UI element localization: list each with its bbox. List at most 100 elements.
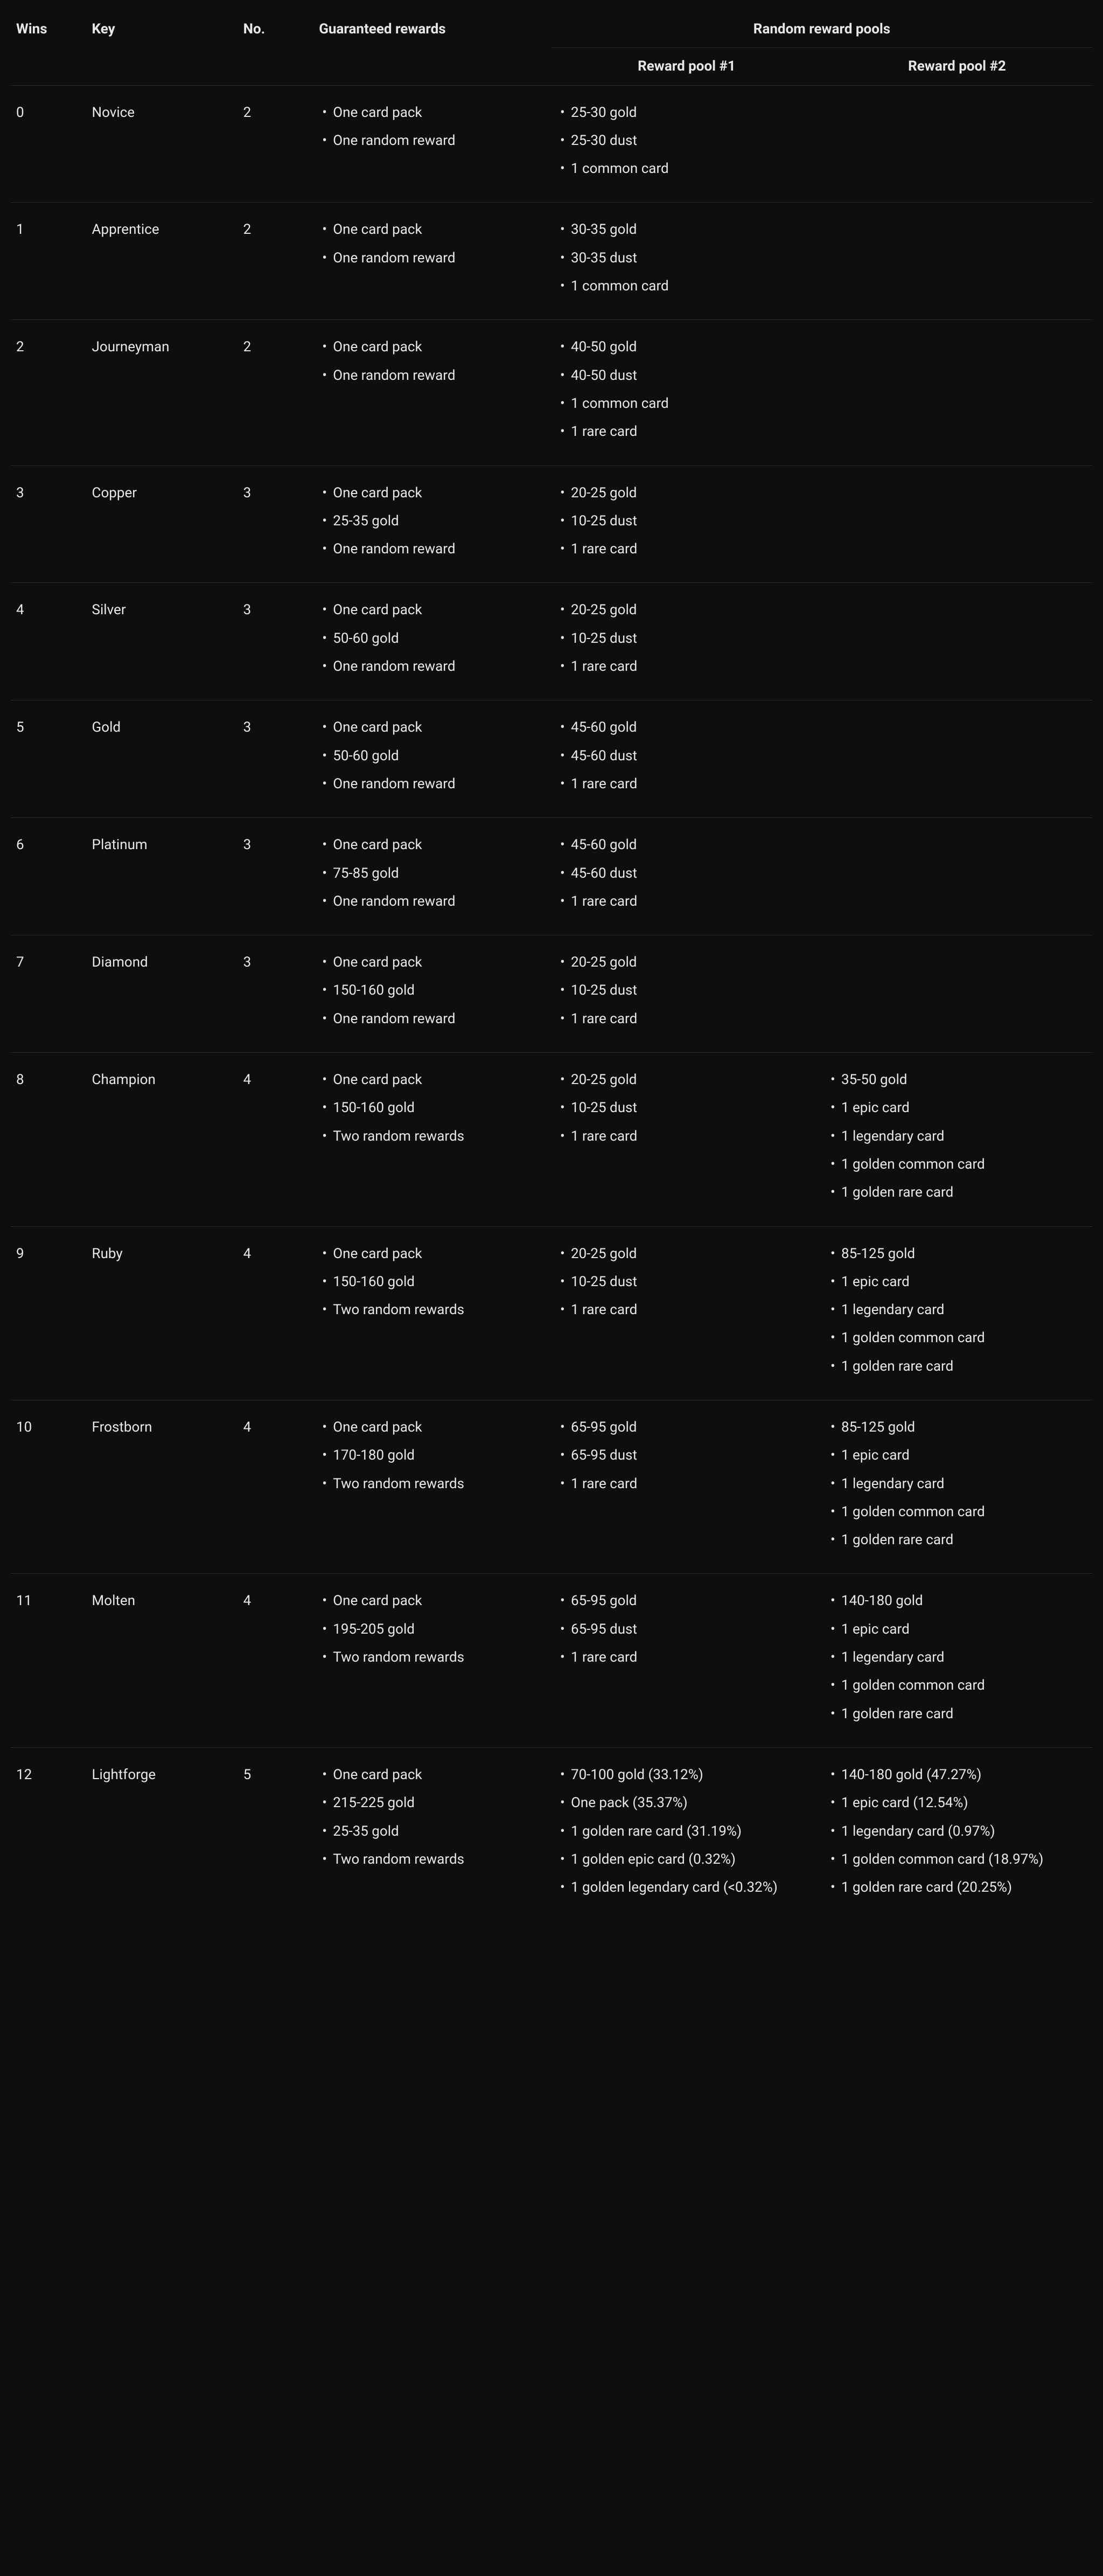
list-item: 20-25 gold [557, 1243, 816, 1265]
cell-wins: 2 [11, 320, 87, 466]
cell-pool2: 140-180 gold1 epic card1 legendary card1… [822, 1574, 1092, 1747]
col-header-pool2: Reward pool #2 [822, 48, 1092, 85]
table-row: 8Champion4One card pack150-160 goldTwo r… [11, 1053, 1092, 1226]
cell-wins: 6 [11, 818, 87, 935]
list-item: 1 rare card [557, 1473, 816, 1495]
cell-guaranteed: One card pack75-85 goldOne random reward [313, 818, 552, 935]
cell-guaranteed: One card pack215-225 gold25-35 goldTwo r… [313, 1747, 552, 1921]
list-item: 1 epic card [827, 1097, 1087, 1119]
list-item: 1 golden rare card (20.25%) [827, 1877, 1087, 1898]
list-item: 1 rare card [557, 891, 816, 912]
cell-guaranteed: One card pack195-205 goldTwo random rewa… [313, 1574, 552, 1747]
list-item: 25-30 dust [557, 130, 816, 151]
cell-no: 3 [238, 818, 314, 935]
list-item: 1 golden rare card [827, 1703, 1087, 1725]
list-item: 1 rare card [557, 1008, 816, 1030]
list-item: One random reward [319, 130, 546, 151]
list-item: 35-50 gold [827, 1069, 1087, 1091]
list-item: 1 legendary card [827, 1647, 1087, 1668]
list-item: 85-125 gold [827, 1243, 1087, 1265]
list-item: 1 golden common card (18.97%) [827, 1849, 1087, 1870]
list-item: 1 epic card [827, 1445, 1087, 1466]
cell-pool2: 85-125 gold1 epic card1 legendary card1 … [822, 1400, 1092, 1573]
cell-key: Molten [87, 1574, 238, 1747]
cell-no: 4 [238, 1053, 314, 1226]
list-item: Two random rewards [319, 1647, 546, 1668]
list-item: 10-25 dust [557, 980, 816, 1001]
list-item: One card pack [319, 599, 546, 621]
cell-guaranteed: One card pack25-35 goldOne random reward [313, 466, 552, 583]
cell-pool2 [822, 935, 1092, 1053]
cell-pool1: 20-25 gold10-25 dust1 rare card [552, 935, 822, 1053]
cell-key: Journeyman [87, 320, 238, 466]
list-item: One random reward [319, 365, 546, 386]
cell-no: 3 [238, 700, 314, 818]
cell-no: 4 [238, 1574, 314, 1747]
list-item: 150-160 gold [319, 1271, 546, 1293]
cell-pool2: 35-50 gold1 epic card1 legendary card1 g… [822, 1053, 1092, 1226]
cell-pool1: 20-25 gold10-25 dust1 rare card [552, 583, 822, 700]
cell-pool1: 45-60 gold45-60 dust1 rare card [552, 700, 822, 818]
cell-pool1: 40-50 gold40-50 dust1 common card1 rare … [552, 320, 822, 466]
list-item: 1 golden common card [827, 1327, 1087, 1349]
col-header-guaranteed: Guaranteed rewards [313, 11, 552, 85]
cell-key: Frostborn [87, 1400, 238, 1573]
cell-guaranteed: One card pack50-60 goldOne random reward [313, 583, 552, 700]
list-item: One card pack [319, 1764, 546, 1786]
table-row: 7Diamond3One card pack150-160 goldOne ra… [11, 935, 1092, 1053]
list-item: 1 epic card [827, 1619, 1087, 1640]
table-row: 9Ruby4One card pack150-160 goldTwo rando… [11, 1226, 1092, 1400]
cell-pool1: 25-30 gold25-30 dust1 common card [552, 85, 822, 203]
cell-pool2 [822, 320, 1092, 466]
list-item: 1 common card [557, 158, 816, 179]
table-row: 1Apprentice2One card packOne random rewa… [11, 203, 1092, 320]
list-item: 215-225 gold [319, 1792, 546, 1814]
cell-wins: 7 [11, 935, 87, 1053]
list-item: 1 golden rare card [827, 1182, 1087, 1203]
list-item: One card pack [319, 1590, 546, 1612]
list-item: 1 epic card (12.54%) [827, 1792, 1087, 1814]
cell-wins: 9 [11, 1226, 87, 1400]
list-item: 65-95 dust [557, 1445, 816, 1466]
cell-wins: 4 [11, 583, 87, 700]
list-item: One card pack [319, 1417, 546, 1438]
cell-pool2 [822, 583, 1092, 700]
cell-pool1: 20-25 gold 10-25 dust 1 rare card [552, 466, 822, 583]
list-item: Two random rewards [319, 1126, 546, 1147]
list-item: 1 golden common card [827, 1154, 1087, 1175]
list-item: 20-25 gold [557, 482, 816, 504]
list-item: 1 rare card [557, 421, 816, 442]
list-item: 10-25 dust [557, 1271, 816, 1293]
cell-no: 3 [238, 935, 314, 1053]
table-row: 2Journeyman2One card packOne random rewa… [11, 320, 1092, 466]
cell-pool2 [822, 466, 1092, 583]
list-item: 1 golden rare card [827, 1356, 1087, 1377]
list-item: 1 rare card [557, 538, 816, 560]
list-item: 1 epic card [827, 1271, 1087, 1293]
list-item: 45-60 gold [557, 834, 816, 856]
cell-guaranteed: One card pack170-180 goldTwo random rewa… [313, 1400, 552, 1573]
list-item: 50-60 gold [319, 745, 546, 767]
cell-pool2 [822, 85, 1092, 203]
cell-pool2 [822, 818, 1092, 935]
list-item: 10-25 dust [557, 510, 816, 532]
list-item: 140-180 gold (47.27%) [827, 1764, 1087, 1786]
list-item: One random reward [319, 773, 546, 795]
list-item: One card pack [319, 482, 546, 504]
list-item: 40-50 gold [557, 336, 816, 358]
cell-no: 4 [238, 1226, 314, 1400]
reward-tier-table: Wins Key No. Guaranteed rewards Random r… [11, 11, 1092, 1921]
cell-key: Copper [87, 466, 238, 583]
list-item: One random reward [319, 891, 546, 912]
list-item: Two random rewards [319, 1299, 546, 1321]
cell-guaranteed: One card pack 150-160 gold Two random rewa… [313, 1053, 552, 1226]
table-row: 0Novice2One card packOne random reward25… [11, 85, 1092, 203]
list-item: 150-160 gold [319, 980, 546, 1001]
list-item: 1 golden common card [827, 1675, 1087, 1696]
list-item: 1 legendary card (0.97%) [827, 1821, 1087, 1842]
list-item: One card pack [319, 1069, 546, 1091]
list-item: 50-60 gold [319, 628, 546, 649]
list-item: One card pack [319, 1243, 546, 1265]
cell-key: Champion [87, 1053, 238, 1226]
list-item: 150-160 gold [319, 1097, 546, 1119]
